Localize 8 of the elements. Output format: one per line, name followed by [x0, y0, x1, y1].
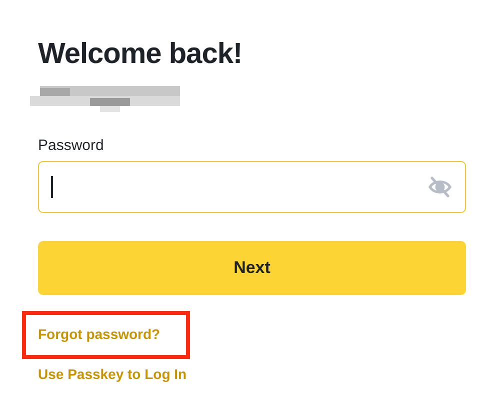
eye-slash-icon[interactable]	[427, 175, 453, 199]
password-field[interactable]	[38, 161, 466, 213]
field-label: Password	[38, 136, 105, 156]
text-cursor	[51, 176, 52, 198]
text-link[interactable]: Forgot password?	[38, 326, 160, 342]
page-title: Welcome back!	[38, 37, 244, 72]
next-button[interactable]: Next	[38, 241, 466, 295]
text-link[interactable]: Use Passkey to Log In	[38, 366, 187, 382]
